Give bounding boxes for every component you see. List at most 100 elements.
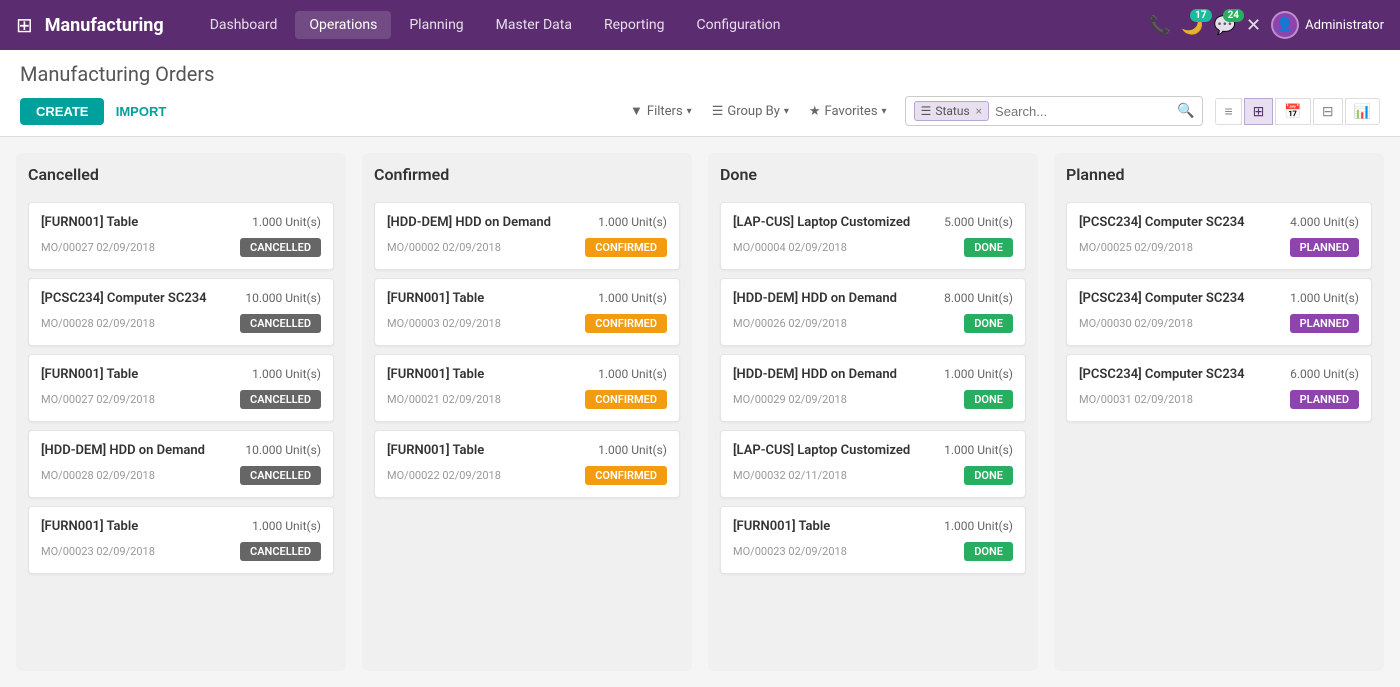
card-qty: 1.000 Unit(s) [944, 443, 1013, 457]
nav-configuration[interactable]: Configuration [683, 11, 795, 39]
phone-icon[interactable]: 📞 [1149, 15, 1171, 36]
user-menu[interactable]: 👤 Administrator [1271, 11, 1384, 39]
kanban-card[interactable]: [FURN001] Table 1.000 Unit(s) MO/00027 0… [28, 354, 334, 422]
filters-label: Filters [647, 104, 683, 119]
card-bottom: MO/00002 02/09/2018 Confirmed [387, 238, 667, 257]
card-meta: MO/00032 02/11/2018 [733, 469, 847, 482]
kanban-card[interactable]: [HDD-DEM] HDD on Demand 8.000 Unit(s) MO… [720, 278, 1026, 346]
card-qty: 10.000 Unit(s) [245, 291, 321, 305]
card-meta: MO/00002 02/09/2018 [387, 241, 501, 254]
card-qty: 4.000 Unit(s) [1290, 215, 1359, 229]
chart-view-button[interactable]: 📊 [1345, 98, 1380, 125]
card-title: [FURN001] Table [41, 519, 244, 534]
card-title: [PCSC234] Computer SC234 [1079, 291, 1282, 306]
filter-tag-close[interactable]: × [976, 104, 982, 118]
status-badge: Done [964, 466, 1013, 485]
favorites-label: Favorites [825, 104, 878, 119]
search-icon[interactable]: 🔍 [1177, 103, 1194, 119]
status-badge: Done [964, 542, 1013, 561]
status-badge: Cancelled [240, 314, 321, 333]
apps-grid-icon[interactable]: ⊞ [16, 13, 33, 37]
toolbar-right: ▼ Filters ▾ ☰ Group By ▾ ★ Favorites ▾ ☰ [624, 96, 1380, 126]
group-by-arrow: ▾ [784, 106, 789, 117]
column-header-confirmed: Confirmed [374, 165, 680, 190]
app-brand: Manufacturing [45, 15, 164, 36]
kanban-card[interactable]: [PCSC234] Computer SC234 4.000 Unit(s) M… [1066, 202, 1372, 270]
card-qty: 10.000 Unit(s) [245, 443, 321, 457]
card-qty: 1.000 Unit(s) [252, 215, 321, 229]
card-meta: MO/00023 02/09/2018 [41, 545, 155, 558]
kanban-card[interactable]: [HDD-DEM] HDD on Demand 1.000 Unit(s) MO… [720, 354, 1026, 422]
table-view-button[interactable]: ⊟ [1313, 98, 1343, 125]
nav-dashboard[interactable]: Dashboard [196, 11, 292, 39]
card-top: [FURN001] Table 1.000 Unit(s) [387, 443, 667, 458]
nav-reporting[interactable]: Reporting [590, 11, 679, 39]
card-qty: 1.000 Unit(s) [944, 367, 1013, 381]
calendar-view-button[interactable]: 📅 [1275, 98, 1310, 125]
nav-right-actions: 📞 🌙 17 💬 24 ✕ 👤 Administrator [1149, 11, 1384, 39]
notification-bell-1[interactable]: 🌙 17 [1181, 15, 1203, 36]
card-qty: 1.000 Unit(s) [944, 519, 1013, 533]
kanban-card[interactable]: [PCSC234] Computer SC234 1.000 Unit(s) M… [1066, 278, 1372, 346]
top-navigation: ⊞ Manufacturing Dashboard Operations Pla… [0, 0, 1400, 50]
filters-button[interactable]: ▼ Filters ▾ [624, 99, 698, 123]
kanban-card[interactable]: [PCSC234] Computer SC234 6.000 Unit(s) M… [1066, 354, 1372, 422]
kanban-column-planned: Planned [PCSC234] Computer SC234 4.000 U… [1054, 153, 1384, 671]
create-button[interactable]: CREATE [20, 98, 104, 125]
list-view-button[interactable]: ≡ [1215, 98, 1241, 125]
kanban-card[interactable]: [LAP-CUS] Laptop Customized 1.000 Unit(s… [720, 430, 1026, 498]
status-badge: Done [964, 390, 1013, 409]
kanban-card[interactable]: [FURN001] Table 1.000 Unit(s) MO/00021 0… [374, 354, 680, 422]
card-top: [HDD-DEM] HDD on Demand 1.000 Unit(s) [387, 215, 667, 230]
page-header: Manufacturing Orders CREATE IMPORT ▼ Fil… [0, 50, 1400, 137]
card-top: [PCSC234] Computer SC234 10.000 Unit(s) [41, 291, 321, 306]
card-meta: MO/00027 02/09/2018 [41, 241, 155, 254]
card-title: [HDD-DEM] HDD on Demand [733, 291, 936, 306]
card-bottom: MO/00026 02/09/2018 Done [733, 314, 1013, 333]
kanban-view-button[interactable]: ⊞ [1244, 98, 1274, 125]
kanban-card[interactable]: [FURN001] Table 1.000 Unit(s) MO/00003 0… [374, 278, 680, 346]
card-title: [HDD-DEM] HDD on Demand [387, 215, 590, 230]
card-title: [FURN001] Table [387, 291, 590, 306]
import-button[interactable]: IMPORT [116, 104, 167, 119]
card-qty: 1.000 Unit(s) [1290, 291, 1359, 305]
status-badge: Planned [1290, 314, 1359, 333]
status-badge: Cancelled [240, 466, 321, 485]
view-switcher: ≡ ⊞ 📅 ⊟ 📊 [1215, 98, 1380, 125]
kanban-card[interactable]: [HDD-DEM] HDD on Demand 10.000 Unit(s) M… [28, 430, 334, 498]
card-title: [FURN001] Table [387, 367, 590, 382]
card-bottom: MO/00028 02/09/2018 Cancelled [41, 466, 321, 485]
card-title: [LAP-CUS] Laptop Customized [733, 215, 936, 230]
favorites-arrow: ▾ [882, 106, 887, 117]
card-meta: MO/00025 02/09/2018 [1079, 241, 1193, 254]
card-qty: 1.000 Unit(s) [252, 519, 321, 533]
card-meta: MO/00004 02/09/2018 [733, 241, 847, 254]
card-bottom: MO/00003 02/09/2018 Confirmed [387, 314, 667, 333]
kanban-card[interactable]: [FURN001] Table 1.000 Unit(s) MO/00023 0… [28, 506, 334, 574]
avatar: 👤 [1271, 11, 1299, 39]
favorites-button[interactable]: ★ Favorites ▾ [803, 100, 893, 123]
status-badge: Done [964, 238, 1013, 257]
kanban-column-confirmed: Confirmed [HDD-DEM] HDD on Demand 1.000 … [362, 153, 692, 671]
card-bottom: MO/00030 02/09/2018 Planned [1079, 314, 1359, 333]
close-session-icon[interactable]: ✕ [1246, 15, 1261, 36]
nav-planning[interactable]: Planning [395, 11, 477, 39]
kanban-card[interactable]: [FURN001] Table 1.000 Unit(s) MO/00022 0… [374, 430, 680, 498]
card-bottom: MO/00032 02/11/2018 Done [733, 466, 1013, 485]
card-qty: 6.000 Unit(s) [1290, 367, 1359, 381]
search-input[interactable] [995, 104, 1171, 119]
notification-bell-2[interactable]: 💬 24 [1214, 15, 1236, 36]
kanban-card[interactable]: [HDD-DEM] HDD on Demand 1.000 Unit(s) MO… [374, 202, 680, 270]
group-by-button[interactable]: ☰ Group By ▾ [706, 100, 795, 123]
card-meta: MO/00027 02/09/2018 [41, 393, 155, 406]
card-top: [HDD-DEM] HDD on Demand 8.000 Unit(s) [733, 291, 1013, 306]
kanban-card[interactable]: [LAP-CUS] Laptop Customized 5.000 Unit(s… [720, 202, 1026, 270]
nav-operations[interactable]: Operations [295, 11, 391, 39]
nav-master-data[interactable]: Master Data [482, 11, 586, 39]
card-top: [FURN001] Table 1.000 Unit(s) [41, 367, 321, 382]
kanban-card[interactable]: [FURN001] Table 1.000 Unit(s) MO/00023 0… [720, 506, 1026, 574]
kanban-card[interactable]: [FURN001] Table 1.000 Unit(s) MO/00027 0… [28, 202, 334, 270]
status-filter-tag[interactable]: ☰ Status × [914, 101, 989, 121]
kanban-card[interactable]: [PCSC234] Computer SC234 10.000 Unit(s) … [28, 278, 334, 346]
card-title: [LAP-CUS] Laptop Customized [733, 443, 936, 458]
